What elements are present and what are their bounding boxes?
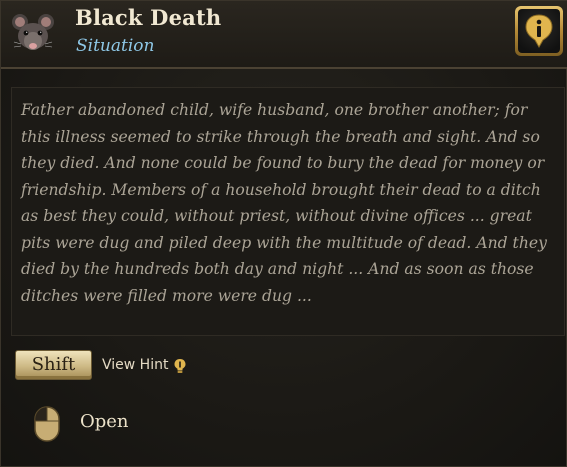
lightbulb-icon <box>172 358 188 374</box>
info-icon <box>525 14 553 48</box>
rat-icon <box>11 11 55 55</box>
situation-tooltip: Black Death Situation Father abandoned c… <box>0 0 567 467</box>
view-hint-label: View Hint <box>102 357 169 373</box>
open-action-label: Open <box>80 411 129 432</box>
mouse-left-click-icon <box>33 405 61 443</box>
tooltip-header: Black Death Situation <box>1 1 567 69</box>
info-button[interactable] <box>515 6 563 56</box>
flavor-text: Father abandoned child, wife husband, on… <box>21 101 547 305</box>
shift-key: Shift <box>15 350 92 380</box>
situation-title: Black Death <box>75 5 222 30</box>
situation-type-label: Situation <box>76 36 155 56</box>
